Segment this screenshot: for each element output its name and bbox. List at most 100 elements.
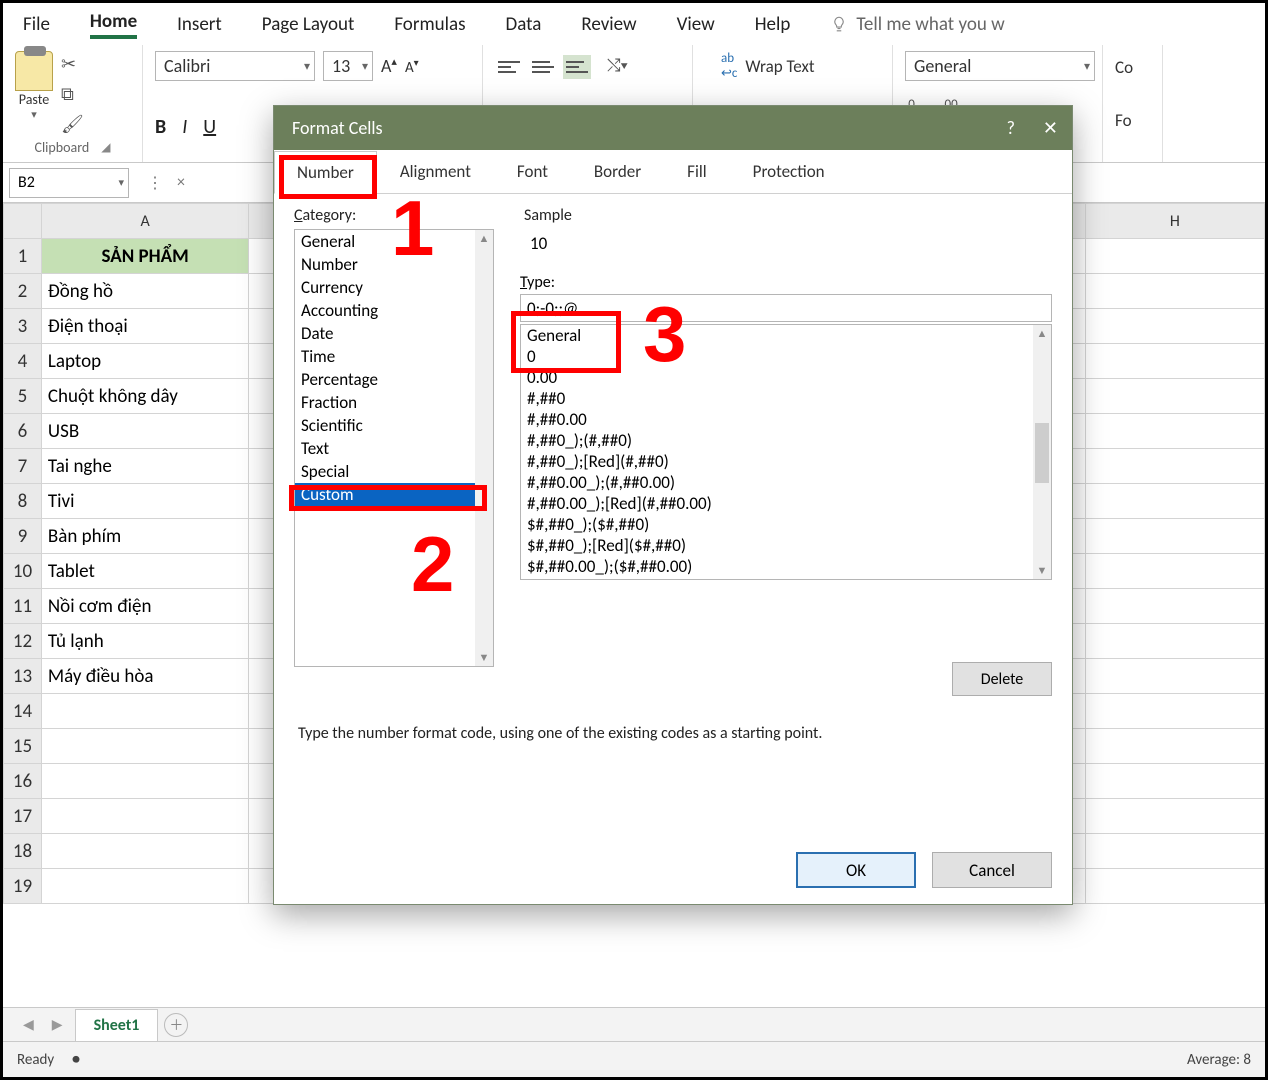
row-header[interactable]: 4 [4,344,42,379]
row-header[interactable]: 19 [4,869,42,904]
fmt-item[interactable]: 0 [521,346,1051,367]
cut-icon[interactable]: ✂ [61,53,84,75]
dlg-tab-border[interactable]: Border [571,150,664,193]
row-header[interactable]: 8 [4,484,42,519]
add-sheet-button[interactable]: ＋ [164,1013,188,1037]
category-scrollbar[interactable]: ▲▼ [475,230,493,666]
dialog-titlebar[interactable]: Format Cells ? ✕ [274,106,1072,150]
select-all-corner[interactable] [4,204,42,239]
products-header-cell[interactable]: SẢN PHẨM [41,239,248,274]
tab-file[interactable]: File [23,13,50,36]
tab-review[interactable]: Review [581,13,636,36]
col-header-a[interactable]: A [41,204,248,239]
dlg-tab-fill[interactable]: Fill [664,150,730,193]
name-box[interactable]: B2 [9,168,129,198]
fmt-item[interactable]: 0.00 [521,367,1051,388]
format-painter-icon[interactable]: 🖌 [61,113,84,135]
fmt-item[interactable]: $#,##0.00_);($#,##0.00) [521,556,1051,577]
tab-data[interactable]: Data [506,13,542,36]
row-header[interactable]: 7 [4,449,42,484]
cell[interactable]: Chuột không dây [41,379,248,414]
fmt-item[interactable]: #,##0 [521,388,1051,409]
sheet-tab[interactable]: Sheet1 [75,1009,159,1041]
tell-me[interactable]: Tell me what you w [830,13,1004,36]
confirm-edit-icon[interactable]: × [177,173,185,193]
fmt-item[interactable]: #,##0_);[Red](#,##0) [521,451,1051,472]
cat-special[interactable]: Special [295,460,493,483]
clipboard-launcher-icon[interactable]: ◢ [101,140,110,155]
row-header[interactable]: 12 [4,624,42,659]
row-header[interactable]: 2 [4,274,42,309]
row-header[interactable]: 3 [4,309,42,344]
wrap-text-button[interactable]: ab↩c Wrap Text [705,51,880,81]
sheet-nav-prev-icon[interactable]: ◀ [17,1016,40,1033]
cat-percentage[interactable]: Percentage [295,368,493,391]
cell[interactable]: Bàn phím [41,519,248,554]
row-header[interactable]: 16 [4,764,42,799]
cell[interactable]: Tivi [41,484,248,519]
cat-text[interactable]: Text [295,437,493,460]
tab-help[interactable]: Help [755,13,791,36]
row-header[interactable]: 18 [4,834,42,869]
fmt-item[interactable]: $#,##0_);[Red]($#,##0) [521,535,1051,556]
tab-view[interactable]: View [677,13,715,36]
tab-home[interactable]: Home [90,10,137,39]
fmt-item[interactable]: General [521,325,1051,346]
scroll-down-icon[interactable]: ▼ [1037,564,1048,577]
decrease-font-icon[interactable]: A▾ [405,56,419,77]
number-format-combo[interactable]: General [905,51,1095,81]
cell[interactable]: Tablet [41,554,248,589]
dlg-tab-font[interactable]: Font [494,150,571,193]
cell[interactable]: Đồng hồ [41,274,248,309]
cat-time[interactable]: Time [295,345,493,368]
row-header[interactable]: 1 [4,239,42,274]
cell[interactable]: Máy điều hòa [41,659,248,694]
cell[interactable]: Tủ lạnh [41,624,248,659]
scroll-up-icon[interactable]: ▲ [1037,327,1048,340]
row-header[interactable]: 15 [4,729,42,764]
sheet-nav-next-icon[interactable]: ▶ [46,1016,69,1033]
cat-number[interactable]: Number [295,253,493,276]
type-input[interactable] [520,294,1052,322]
align-top-icon[interactable] [495,55,523,79]
orientation-icon[interactable]: ⤭▾ [597,55,628,79]
cell[interactable]: USB [41,414,248,449]
cell[interactable]: Tai nghe [41,449,248,484]
row-header[interactable]: 14 [4,694,42,729]
fmt-item[interactable]: #,##0.00_);[Red](#,##0.00) [521,493,1051,514]
align-bottom-icon[interactable] [563,55,591,79]
cat-scientific[interactable]: Scientific [295,414,493,437]
underline-button[interactable]: U [203,115,216,139]
cell[interactable]: Laptop [41,344,248,379]
fmt-item[interactable]: $#,##0_);($#,##0) [521,514,1051,535]
format-code-list[interactable]: General 0 0.00 #,##0 #,##0.00 #,##0_);(#… [520,324,1052,580]
cancel-button[interactable]: Cancel [932,852,1052,888]
cat-fraction[interactable]: Fraction [295,391,493,414]
cat-general[interactable]: General [295,230,493,253]
cat-accounting[interactable]: Accounting [295,299,493,322]
row-header[interactable]: 10 [4,554,42,589]
cancel-edit-icon[interactable]: ⋮ [147,173,163,193]
copy-icon[interactable]: ⧉ [61,83,84,105]
cat-currency[interactable]: Currency [295,276,493,299]
ok-button[interactable]: OK [796,852,916,888]
fmt-item[interactable]: #,##0_);(#,##0) [521,430,1051,451]
font-size-combo[interactable]: 13 [323,51,373,81]
dlg-tab-number[interactable]: Number [274,151,377,194]
paste-button[interactable]: Paste ▾ [15,51,53,135]
category-list[interactable]: General Number Currency Accounting Date … [294,229,494,667]
row-header[interactable]: 13 [4,659,42,694]
row-header[interactable]: 17 [4,799,42,834]
fmt-item[interactable]: #,##0.00 [521,409,1051,430]
align-middle-icon[interactable] [529,55,557,79]
font-name-combo[interactable]: Calibri [155,51,315,81]
macro-record-icon[interactable]: ⏺ [72,1051,80,1069]
dlg-tab-protection[interactable]: Protection [730,150,848,193]
cell[interactable]: Điện thoại [41,309,248,344]
italic-button[interactable]: I [182,115,187,139]
row-header[interactable]: 5 [4,379,42,414]
scroll-up-icon[interactable]: ▲ [479,232,490,245]
increase-font-icon[interactable]: A▴ [381,55,397,77]
cat-custom[interactable]: Custom [295,483,493,506]
row-header[interactable]: 11 [4,589,42,624]
